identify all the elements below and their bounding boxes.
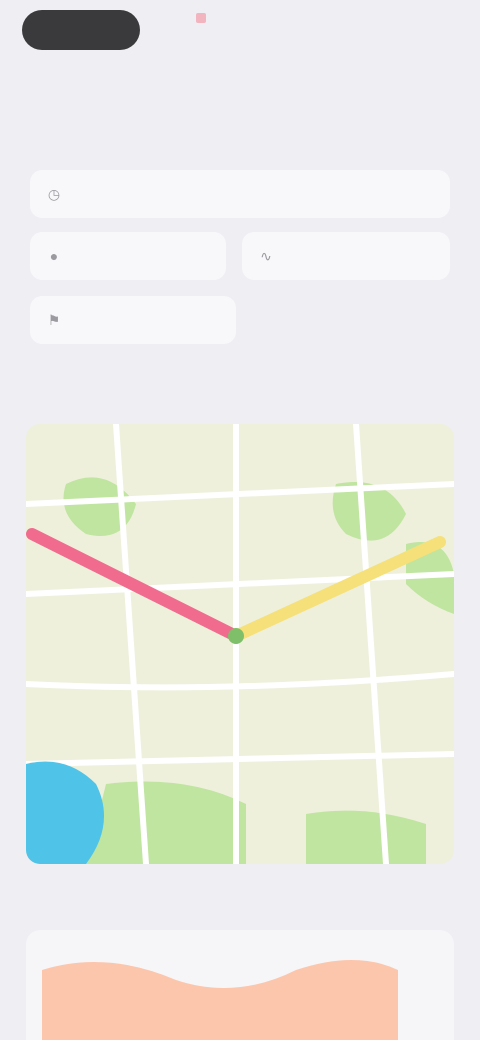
status-bar bbox=[0, 0, 480, 60]
elevation-area bbox=[42, 960, 398, 1040]
option-card-3[interactable]: ∿ bbox=[242, 232, 450, 280]
record-icon bbox=[196, 13, 206, 23]
pin-icon: ● bbox=[49, 248, 59, 264]
back-button[interactable] bbox=[22, 10, 140, 50]
elevation-card bbox=[26, 930, 454, 1040]
option-card-4[interactable]: ⚑ bbox=[30, 296, 236, 344]
app-screen: ◷ ● ∿ ⚑ bbox=[0, 0, 480, 1040]
status-indicator bbox=[196, 8, 214, 28]
option-card-2[interactable]: ● bbox=[30, 232, 226, 280]
clock-icon: ◷ bbox=[47, 185, 61, 202]
map-canvas bbox=[26, 424, 454, 864]
option-card-1[interactable]: ◷ bbox=[30, 170, 450, 218]
flag-icon: ⚑ bbox=[47, 311, 61, 328]
route-map[interactable] bbox=[26, 424, 454, 864]
elevation-fill bbox=[42, 960, 398, 1040]
route-waypoint-marker[interactable] bbox=[228, 628, 244, 644]
route-icon: ∿ bbox=[260, 247, 272, 264]
